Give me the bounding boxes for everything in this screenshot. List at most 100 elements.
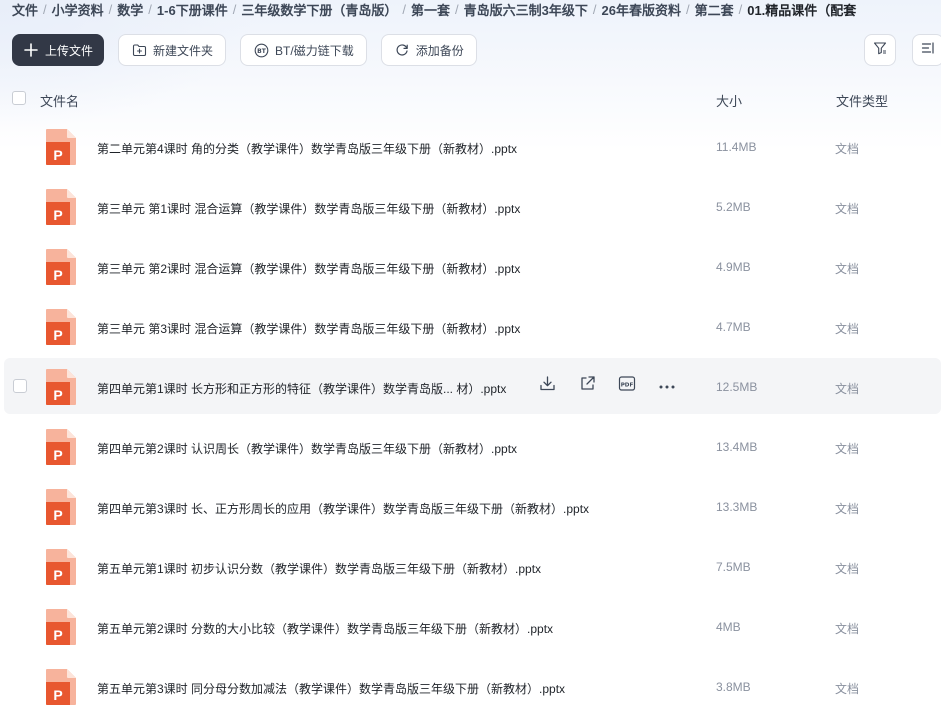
- breadcrumb-item-grade3-math[interactable]: 三年级数学下册（青岛版）: [241, 0, 397, 19]
- breadcrumb-separator: /: [592, 1, 597, 17]
- file-name[interactable]: 第三单元 第2课时 混合运算（教学课件）数学青岛版三年级下册（新教材）.pptx: [97, 260, 520, 277]
- filter-button[interactable]: [864, 34, 896, 66]
- breadcrumb-separator: /: [738, 1, 743, 17]
- bt-download-button[interactable]: BT BT/磁力链下载: [240, 34, 367, 66]
- pptx-file-icon: P: [45, 248, 77, 286]
- pptx-file-icon: P: [45, 668, 77, 706]
- breadcrumb-separator: /: [402, 1, 406, 17]
- breadcrumb-separator: /: [108, 1, 113, 17]
- breadcrumb-item-courseware[interactable]: 1-6下册课件: [157, 0, 228, 19]
- add-backup-button-label: 添加备份: [415, 43, 464, 58]
- breadcrumb-separator: /: [685, 1, 690, 17]
- upload-button[interactable]: 上传文件: [12, 34, 105, 66]
- share-button[interactable]: [576, 375, 598, 397]
- sort-icon: [921, 41, 935, 60]
- column-header-name[interactable]: 文件名: [40, 91, 79, 110]
- add-backup-button[interactable]: 添加备份: [380, 34, 477, 66]
- more-icon: [658, 377, 676, 395]
- svg-text:P: P: [53, 267, 62, 283]
- more-button[interactable]: [656, 375, 678, 397]
- pptx-file-icon: P: [45, 308, 77, 346]
- breadcrumb-separator: /: [455, 1, 459, 17]
- breadcrumb-separator: /: [148, 1, 152, 17]
- file-size: 4.9MB: [716, 260, 751, 274]
- row-actions: PDF: [536, 375, 696, 397]
- svg-text:P: P: [53, 207, 62, 223]
- breadcrumb-item-primary-materials[interactable]: 小学资料: [52, 0, 104, 19]
- file-size: 4.7MB: [716, 320, 751, 334]
- folder-plus-icon: [131, 42, 147, 58]
- svg-text:P: P: [53, 567, 62, 583]
- breadcrumb: 文件 / 小学资料 / 数学/ 1-6下册课件 / 三年级数学下册（青岛版） / 第一套…: [12, 0, 856, 18]
- file-name[interactable]: 第四单元第3课时 长、正方形周长的应用（教学课件）数学青岛版三年级下册（新教材）…: [97, 500, 589, 517]
- breadcrumb-item-spring26[interactable]: 26年春版资料: [601, 0, 680, 19]
- table-row[interactable]: P 第五单元第1课时 初步认识分数（教学课件）数学青岛版三年级下册（新教材）.p…: [4, 538, 941, 594]
- file-type: 文档: [835, 382, 860, 396]
- svg-text:P: P: [53, 687, 62, 703]
- filter-icon: [873, 41, 887, 60]
- row-checkbox[interactable]: [13, 379, 27, 393]
- pptx-file-icon: P: [45, 368, 77, 406]
- table-row[interactable]: P 第二单元第4课时 角的分类（教学课件）数学青岛版三年级下册（新教材）.ppt…: [4, 118, 941, 174]
- table-row[interactable]: P 第三单元 第3课时 混合运算（教学课件）数学青岛版三年级下册（新教材）.pp…: [4, 298, 941, 354]
- file-size: 12.5MB: [716, 380, 758, 394]
- file-type: 文档: [835, 682, 860, 696]
- file-type: 文档: [835, 322, 860, 336]
- upload-button-label: 上传文件: [45, 43, 94, 58]
- file-size: 4MB: [716, 620, 741, 634]
- file-type: 文档: [835, 562, 860, 576]
- file-name[interactable]: 第五单元第1课时 初步认识分数（教学课件）数学青岛版三年级下册（新教材）.ppt…: [97, 560, 541, 577]
- share-icon: [579, 375, 596, 397]
- file-name[interactable]: 第四单元第2课时 认识周长（教学课件）数学青岛版三年级下册（新教材）.pptx: [97, 440, 517, 457]
- file-name[interactable]: 第五单元第3课时 同分母分数加减法（教学课件）数学青岛版三年级下册（新教材）.p…: [97, 680, 565, 697]
- bt-magnet-icon: BT: [253, 42, 269, 58]
- svg-text:P: P: [53, 387, 62, 403]
- breadcrumb-item-set1[interactable]: 第一套: [411, 0, 450, 19]
- breadcrumb-item-files[interactable]: 文件: [12, 0, 38, 19]
- svg-text:BT: BT: [257, 48, 267, 55]
- sort-button[interactable]: [912, 34, 941, 66]
- file-name[interactable]: 第四单元第1课时 长方形和正方形的特征（教学课件）数学青岛版... 材）.ppt…: [97, 380, 506, 397]
- column-header-size[interactable]: 大小: [716, 91, 742, 110]
- column-header-type[interactable]: 文件类型: [836, 91, 888, 110]
- table-row[interactable]: P 第三单元 第2课时 混合运算（教学课件）数学青岛版三年级下册（新教材）.pp…: [4, 238, 941, 294]
- svg-text:P: P: [53, 327, 62, 343]
- bt-download-button-label: BT/磁力链下载: [275, 43, 354, 58]
- file-name[interactable]: 第三单元 第1课时 混合运算（教学课件）数学青岛版三年级下册（新教材）.pptx: [97, 200, 520, 217]
- file-name[interactable]: 第二单元第4课时 角的分类（教学课件）数学青岛版三年级下册（新教材）.pptx: [97, 140, 517, 157]
- breadcrumb-item-set2[interactable]: 第二套: [695, 0, 734, 19]
- svg-text:P: P: [53, 507, 62, 523]
- table-row[interactable]: P 第四单元第2课时 认识周长（教学课件）数学青岛版三年级下册（新教材）.ppt…: [4, 418, 941, 474]
- file-size: 11.4MB: [716, 140, 757, 154]
- new-folder-button[interactable]: 新建文件夹: [118, 34, 227, 66]
- pptx-file-icon: P: [45, 488, 77, 526]
- table-row[interactable]: P 第五单元第2课时 分数的大小比较（教学课件）数学青岛版三年级下册（新教材）.…: [4, 598, 941, 654]
- file-name[interactable]: 第三单元 第3课时 混合运算（教学课件）数学青岛版三年级下册（新教材）.pptx: [97, 320, 520, 337]
- breadcrumb-item-math[interactable]: 数学: [117, 0, 143, 19]
- pptx-file-icon: P: [45, 608, 77, 646]
- file-type: 文档: [835, 622, 860, 636]
- file-type: 文档: [835, 202, 860, 216]
- pdf-convert-button[interactable]: PDF: [616, 375, 638, 397]
- table-header: 文件名 大小 文件类型: [0, 84, 941, 114]
- file-type: 文档: [835, 502, 860, 516]
- pptx-file-icon: P: [45, 128, 77, 166]
- breadcrumb-separator: /: [232, 1, 237, 17]
- file-type: 文档: [835, 262, 860, 276]
- file-size: 13.4MB: [716, 440, 758, 454]
- table-row[interactable]: P 第四单元第1课时 长方形和正方形的特征（教学课件）数学青岛版... 材）.p…: [4, 358, 941, 414]
- file-name[interactable]: 第五单元第2课时 分数的大小比较（教学课件）数学青岛版三年级下册（新教材）.pp…: [97, 620, 553, 637]
- download-button[interactable]: [536, 375, 558, 397]
- toolbar: 上传文件 新建文件夹 BT BT/磁力链下载 添加备份: [12, 34, 491, 66]
- svg-text:PDF: PDF: [621, 382, 634, 388]
- file-size: 7.5MB: [716, 560, 751, 574]
- file-size: 3.8MB: [716, 680, 751, 694]
- sync-icon: [394, 42, 410, 58]
- select-all-checkbox[interactable]: [12, 91, 26, 105]
- table-row[interactable]: P 第五单元第3课时 同分母分数加减法（教学课件）数学青岛版三年级下册（新教材）…: [4, 658, 941, 714]
- breadcrumb-separator: /: [43, 1, 47, 17]
- download-icon: [539, 375, 556, 397]
- table-row[interactable]: P 第四单元第3课时 长、正方形周长的应用（教学课件）数学青岛版三年级下册（新教…: [4, 478, 941, 534]
- table-row[interactable]: P 第三单元 第1课时 混合运算（教学课件）数学青岛版三年级下册（新教材）.pp…: [4, 178, 941, 234]
- breadcrumb-item-qingdao[interactable]: 青岛版六三制3年级下: [464, 0, 588, 19]
